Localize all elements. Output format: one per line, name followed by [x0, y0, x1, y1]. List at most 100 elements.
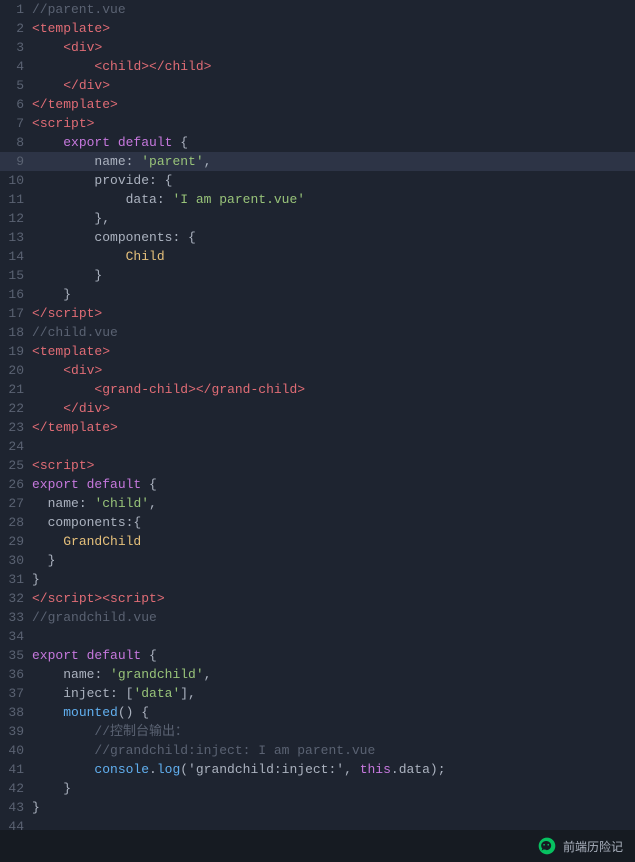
line-number: 14 — [0, 247, 32, 266]
line-content: components: { — [32, 228, 196, 247]
code-line: 8 export default { — [0, 133, 635, 152]
code-editor: 1//parent.vue2<template>3 <div>4 <child>… — [0, 0, 635, 830]
line-content: <grand-child></grand-child> — [32, 380, 305, 399]
line-content: name: 'parent', — [32, 152, 211, 171]
line-number: 35 — [0, 646, 32, 665]
line-content: } — [32, 285, 71, 304]
code-line: 31} — [0, 570, 635, 589]
line-number: 8 — [0, 133, 32, 152]
line-number: 17 — [0, 304, 32, 323]
line-number: 3 — [0, 38, 32, 57]
code-line: 29 GrandChild — [0, 532, 635, 551]
line-content: } — [32, 551, 55, 570]
footer: 前端历险记 — [0, 830, 635, 862]
line-content: } — [32, 798, 40, 817]
line-content — [32, 627, 40, 646]
line-number: 39 — [0, 722, 32, 741]
code-line: 12 }, — [0, 209, 635, 228]
line-content: //parent.vue — [32, 0, 126, 19]
code-line: 10 provide: { — [0, 171, 635, 190]
line-content: <child></child> — [32, 57, 211, 76]
code-line: 21 <grand-child></grand-child> — [0, 380, 635, 399]
code-line: 38 mounted() { — [0, 703, 635, 722]
code-line: 43} — [0, 798, 635, 817]
line-number: 36 — [0, 665, 32, 684]
line-content: export default { — [32, 646, 157, 665]
line-content: mounted() { — [32, 703, 149, 722]
line-number: 41 — [0, 760, 32, 779]
line-number: 29 — [0, 532, 32, 551]
line-number: 34 — [0, 627, 32, 646]
line-number: 15 — [0, 266, 32, 285]
line-number: 25 — [0, 456, 32, 475]
line-number: 11 — [0, 190, 32, 209]
line-content: <template> — [32, 342, 110, 361]
line-content: export default { — [32, 133, 188, 152]
code-line: 27 name: 'child', — [0, 494, 635, 513]
code-line: 32</script><script> — [0, 589, 635, 608]
line-number: 22 — [0, 399, 32, 418]
code-line: 7<script> — [0, 114, 635, 133]
line-content: <script> — [32, 456, 94, 475]
line-number: 10 — [0, 171, 32, 190]
line-content: inject: ['data'], — [32, 684, 196, 703]
code-line: 41 console.log('grandchild:inject:', thi… — [0, 760, 635, 779]
line-number: 12 — [0, 209, 32, 228]
line-number: 43 — [0, 798, 32, 817]
code-line: 44 — [0, 817, 635, 830]
code-line: 17</script> — [0, 304, 635, 323]
line-content: //控制台输出： — [32, 722, 188, 741]
line-number: 19 — [0, 342, 32, 361]
line-content: </template> — [32, 95, 118, 114]
line-content: //grandchild.vue — [32, 608, 157, 627]
line-content: data: 'I am parent.vue' — [32, 190, 305, 209]
line-content: } — [32, 266, 102, 285]
line-number: 28 — [0, 513, 32, 532]
line-number: 21 — [0, 380, 32, 399]
code-line: 25<script> — [0, 456, 635, 475]
line-number: 44 — [0, 817, 32, 830]
line-content: <template> — [32, 19, 110, 38]
code-line: 30 } — [0, 551, 635, 570]
code-line: 36 name: 'grandchild', — [0, 665, 635, 684]
code-line: 37 inject: ['data'], — [0, 684, 635, 703]
line-content: provide: { — [32, 171, 172, 190]
code-line: 35export default { — [0, 646, 635, 665]
line-content: </div> — [32, 399, 110, 418]
line-number: 5 — [0, 76, 32, 95]
code-line: 40 //grandchild:inject: I am parent.vue — [0, 741, 635, 760]
code-line: 28 components:{ — [0, 513, 635, 532]
line-content: name: 'child', — [32, 494, 157, 513]
code-line: 23</template> — [0, 418, 635, 437]
code-line: 13 components: { — [0, 228, 635, 247]
line-number: 18 — [0, 323, 32, 342]
line-number: 4 — [0, 57, 32, 76]
code-line: 20 <div> — [0, 361, 635, 380]
line-content: components:{ — [32, 513, 141, 532]
line-content: <script> — [32, 114, 94, 133]
line-number: 2 — [0, 19, 32, 38]
line-content: </script> — [32, 304, 102, 323]
line-number: 16 — [0, 285, 32, 304]
code-line: 33//grandchild.vue — [0, 608, 635, 627]
line-content: export default { — [32, 475, 157, 494]
line-number: 38 — [0, 703, 32, 722]
code-line: 18//child.vue — [0, 323, 635, 342]
line-content: GrandChild — [32, 532, 141, 551]
wechat-icon — [537, 836, 557, 856]
code-line: 19<template> — [0, 342, 635, 361]
line-number: 27 — [0, 494, 32, 513]
code-line: 1//parent.vue — [0, 0, 635, 19]
code-line: 34 — [0, 627, 635, 646]
line-content: <div> — [32, 361, 102, 380]
code-line: 22 </div> — [0, 399, 635, 418]
line-number: 37 — [0, 684, 32, 703]
footer-text: 前端历险记 — [563, 838, 623, 855]
line-number: 30 — [0, 551, 32, 570]
line-number: 23 — [0, 418, 32, 437]
line-number: 42 — [0, 779, 32, 798]
line-content: name: 'grandchild', — [32, 665, 211, 684]
code-line: 42 } — [0, 779, 635, 798]
line-number: 31 — [0, 570, 32, 589]
code-line: 24 — [0, 437, 635, 456]
